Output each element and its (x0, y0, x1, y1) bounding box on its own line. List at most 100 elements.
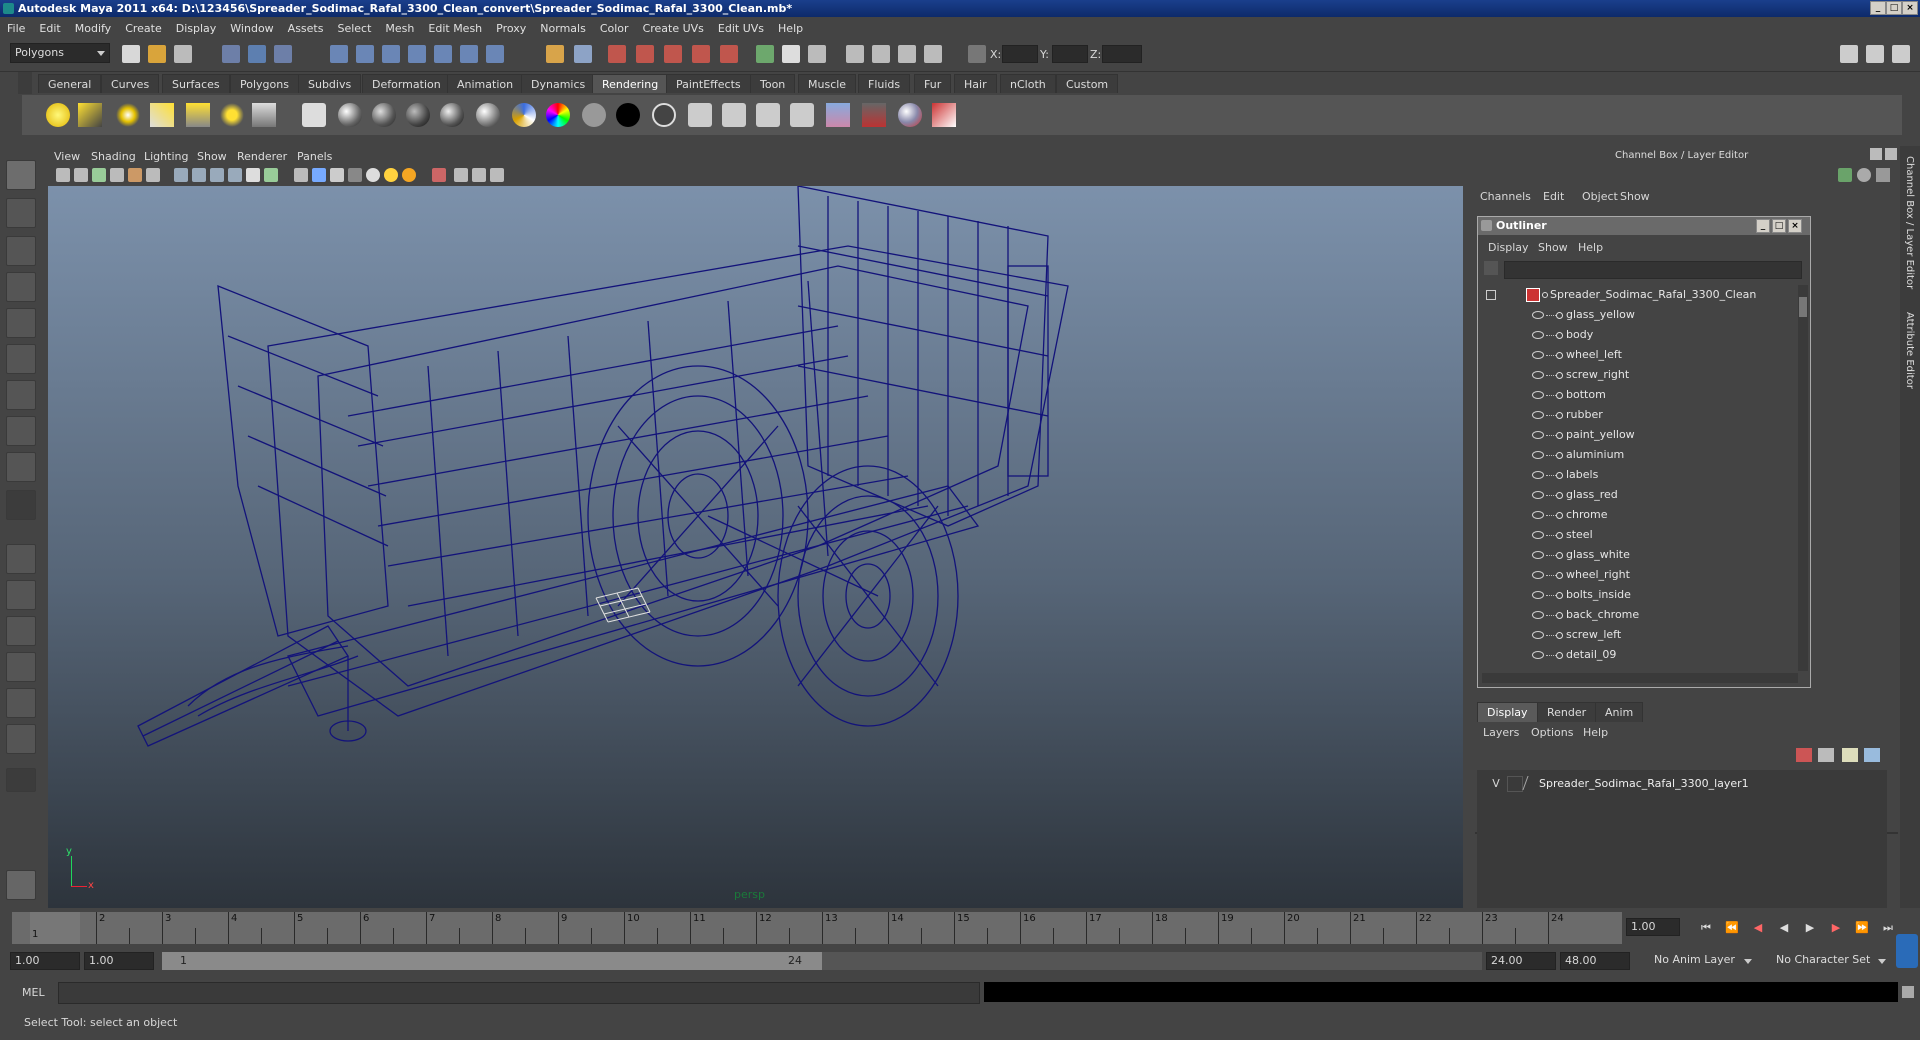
film-gate-icon[interactable] (174, 168, 188, 182)
lambert-shader-icon[interactable] (372, 103, 396, 127)
isolate-select-icon[interactable] (432, 168, 446, 182)
outliner-maximize-button[interactable]: □ (1772, 219, 1786, 233)
outliner-search-field[interactable] (1504, 261, 1802, 279)
shelf-tab-surfaces[interactable]: Surfaces (162, 74, 230, 93)
select-tool-icon[interactable] (6, 160, 36, 190)
safe-title-icon[interactable] (264, 168, 278, 182)
shadows-icon[interactable] (384, 168, 398, 182)
layer-color-swatch[interactable] (1522, 776, 1541, 790)
shelf-tab-polygons[interactable]: Polygons (230, 74, 299, 93)
viewport-menu-view[interactable]: View (54, 150, 80, 163)
menu-normals[interactable]: Normals (533, 22, 593, 35)
surface-shader-icon[interactable] (582, 103, 606, 127)
bookmark-icon[interactable] (92, 168, 106, 182)
use-all-lights-icon[interactable] (366, 168, 380, 182)
layer-visibility-toggle[interactable]: V (1489, 777, 1503, 790)
viewport-menu-shading[interactable]: Shading (91, 150, 136, 163)
play-forwards-button[interactable]: ▶ (1800, 920, 1820, 936)
shelf-tab-animation[interactable]: Animation (447, 74, 524, 93)
outliner-item[interactable]: screw_right (1482, 365, 1798, 385)
viewport-menu-show[interactable]: Show (197, 150, 227, 163)
menu-file[interactable]: File (0, 22, 32, 35)
range-slider[interactable]: 1 24 (162, 952, 1482, 970)
step-back-frame-button[interactable]: ⏪ (1722, 920, 1742, 936)
transform-box-icon[interactable] (968, 45, 986, 63)
snap-together-icon[interactable] (846, 45, 864, 63)
trailer-wireframe-model[interactable] (48, 186, 1463, 908)
outliner-item[interactable]: aluminium (1482, 445, 1798, 465)
anim-layer-dropdown[interactable]: No Anim Layer (1650, 952, 1756, 970)
outliner-item[interactable]: bolts_inside (1482, 585, 1798, 605)
show-channel-box-icon[interactable] (1892, 45, 1910, 63)
symmetry-icon[interactable] (898, 45, 916, 63)
auto-keyframe-icon[interactable] (1896, 934, 1918, 968)
ipr-render-icon[interactable] (636, 45, 654, 63)
edit-menu[interactable]: Edit (1543, 190, 1564, 203)
field-chart-icon[interactable] (228, 168, 242, 182)
menu-color[interactable]: Color (593, 22, 636, 35)
construction-history-icon[interactable] (574, 45, 592, 63)
safe-action-icon[interactable] (246, 168, 260, 182)
move-layer-up-icon[interactable] (1796, 748, 1812, 762)
menu-window[interactable]: Window (223, 22, 280, 35)
lock-icon[interactable] (546, 45, 564, 63)
outliner-title-bar[interactable]: Outliner _ □ × (1478, 217, 1810, 235)
playback-start-field[interactable]: 1.00 (84, 952, 154, 970)
outliner-item[interactable]: body (1482, 325, 1798, 345)
help-icon[interactable] (486, 45, 504, 63)
channel-box-toggle-icon[interactable] (1857, 168, 1871, 182)
spot-light-icon[interactable] (150, 103, 174, 127)
outliner-filter-icon[interactable] (1484, 261, 1498, 275)
grid-icon[interactable] (146, 168, 160, 182)
resolution-gate-icon[interactable] (192, 168, 206, 182)
render-settings-icon[interactable] (664, 45, 682, 63)
shelf-tab-hair[interactable]: Hair (954, 74, 997, 93)
object-menu[interactable]: Object (1582, 190, 1618, 203)
high-quality-icon[interactable] (402, 168, 416, 182)
area-light-icon[interactable] (186, 103, 210, 127)
outliner-item[interactable]: rubber (1482, 405, 1798, 425)
smooth-shade-icon[interactable] (312, 168, 326, 182)
layer-menu-options[interactable]: Options (1531, 726, 1573, 739)
render-settings-shelf-icon[interactable] (790, 103, 814, 127)
shelf-tab-toon[interactable]: Toon (750, 74, 796, 93)
ambient-light-icon[interactable] (46, 103, 70, 127)
snap-grid-icon[interactable] (330, 45, 348, 63)
menu-assets[interactable]: Assets (281, 22, 331, 35)
command-language-label[interactable]: MEL (22, 986, 45, 999)
step-forward-frame-button[interactable]: ⏩ (1852, 920, 1872, 936)
mental-ray-icon[interactable] (898, 103, 922, 127)
channel-box-pin-icon[interactable] (1876, 168, 1890, 182)
new-scene-icon[interactable] (122, 45, 140, 63)
viewport-menu-renderer[interactable]: Renderer (237, 150, 287, 163)
outliner-item[interactable]: chrome (1482, 505, 1798, 525)
menu-create[interactable]: Create (118, 22, 169, 35)
anisotropic-shader-icon[interactable] (302, 103, 326, 127)
outliner-minimize-button[interactable]: _ (1756, 219, 1770, 233)
outliner-horizontal-scrollbar[interactable] (1482, 673, 1798, 683)
paint-select-tool-icon[interactable] (6, 236, 36, 266)
wireframe-on-shaded-icon[interactable] (330, 168, 344, 182)
ipr-icon[interactable] (756, 103, 780, 127)
persp-graph-hypergraph-layout-icon[interactable] (6, 724, 36, 754)
ramp-shader-icon[interactable] (512, 103, 536, 127)
outliner-root-item[interactable]: Spreader_Sodimac_Rafal_3300_Clean (1482, 285, 1798, 305)
paint-brush-icon[interactable] (932, 103, 956, 127)
rotate-tool-icon[interactable] (6, 308, 36, 338)
last-tool-icon[interactable] (6, 490, 36, 520)
shelf-tab-deformation[interactable]: Deformation (362, 74, 451, 93)
open-scene-icon[interactable] (148, 45, 166, 63)
perspective-viewport[interactable]: persp y x (48, 186, 1463, 908)
shelf-menu-icon[interactable] (18, 72, 32, 94)
show-tool-settings-icon[interactable] (1866, 45, 1884, 63)
menu-modify[interactable]: Modify (68, 22, 118, 35)
history-icon[interactable] (460, 45, 478, 63)
menu-edit-mesh[interactable]: Edit Mesh (421, 22, 489, 35)
layer-row[interactable]: V Spreader_Sodimac_Rafal_3300_layer1 (1481, 774, 1881, 794)
play-backwards-button[interactable]: ◀ (1774, 920, 1794, 936)
phong-shader-icon[interactable] (406, 103, 430, 127)
show-manipulator-icon[interactable] (6, 452, 36, 482)
shelf-tab-custom[interactable]: Custom (1056, 74, 1119, 93)
animation-start-field[interactable]: 1.00 (10, 952, 80, 970)
collapse-icon[interactable] (1486, 290, 1496, 300)
